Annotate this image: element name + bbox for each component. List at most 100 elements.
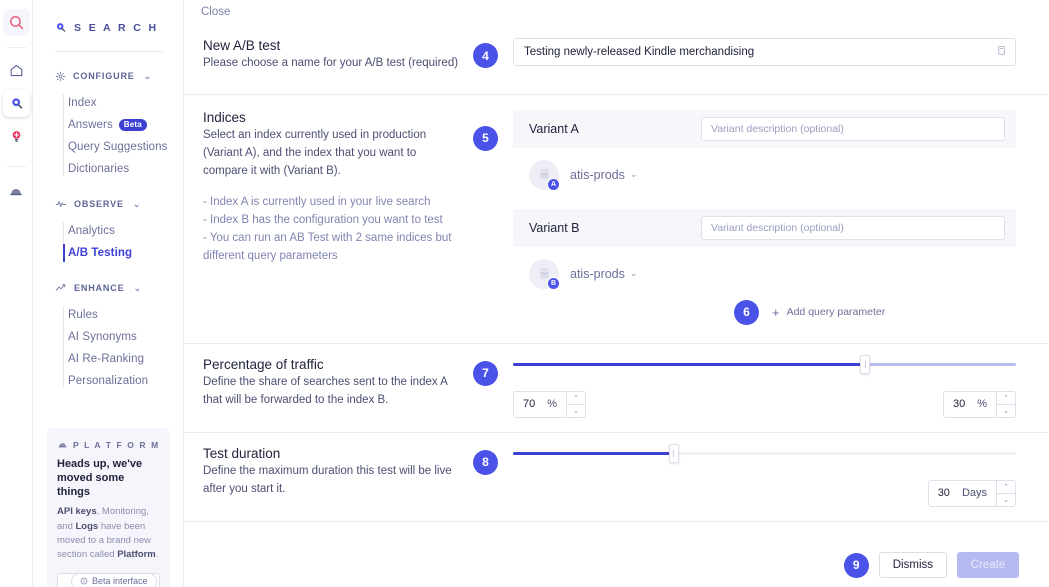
traffic-slider[interactable] — [513, 355, 1016, 375]
variant-b-description-input[interactable] — [701, 215, 1005, 240]
sidebar-item-label: Index — [68, 97, 97, 109]
sidebar-brand: S E A R C H — [33, 0, 183, 38]
variant-a-index-select[interactable]: atis-prods ⌄ — [570, 168, 637, 182]
platform-body-part-1: API keys — [57, 506, 97, 518]
traffic-slider-track[interactable] — [513, 355, 1016, 375]
duration-unit: Days — [961, 487, 987, 500]
sidebar-item-label: AI Re-Ranking — [68, 353, 145, 365]
database-icon: A — [529, 159, 560, 191]
variant-b-index-row: B atis-prods ⌄ — [513, 247, 1016, 290]
stepper-up-icon[interactable]: ⌃ — [997, 481, 1015, 494]
chevron-down-icon: ⌄ — [629, 268, 638, 279]
step-marker-5: 5 — [473, 125, 498, 151]
sidebar-item-index[interactable]: Index — [68, 92, 183, 114]
step-marker-4: 4 — [473, 43, 498, 68]
variants-area: Variant A A atis-prods — [498, 109, 1016, 325]
sidebar-item-query-suggestions[interactable]: Query Suggestions — [68, 136, 183, 158]
sidebar-item-label: Analytics — [68, 225, 115, 237]
sidebar-item-personalization[interactable]: Personalization — [68, 370, 183, 392]
traffic-slider-fill — [513, 363, 866, 367]
indices-note: - You can run an AB Test with 2 same ind… — [203, 231, 452, 262]
stepper-up-icon[interactable]: ⌃ — [997, 392, 1015, 405]
nav-group-label: OBSERVE — [74, 199, 124, 209]
sidebar-item-label: Dictionaries — [68, 163, 130, 175]
step-marker-8: 8 — [473, 449, 498, 475]
nav-group-header-enhance[interactable]: ENHANCE ⌄ — [33, 278, 183, 298]
traffic-left-stepper-buttons: ⌃ ⌄ — [566, 391, 586, 417]
variant-b-index-name: atis-prods — [570, 266, 625, 281]
dismiss-button[interactable]: Dismiss — [878, 552, 947, 578]
duration-controls: 30 Days ⌃ ⌄ — [498, 444, 1016, 507]
platform-card-eyebrow-label: P L A T F O R M — [73, 439, 160, 450]
traffic-right-value-wrap[interactable]: 30 % — [944, 392, 996, 417]
clipboard-icon[interactable] — [996, 45, 1007, 56]
traffic-slider-thumb[interactable] — [860, 355, 871, 375]
duration-slider-fill — [513, 452, 674, 456]
search-pin-icon[interactable] — [2, 90, 30, 117]
variant-b-index-select[interactable]: atis-prods ⌄ — [570, 267, 637, 281]
nav-group-label: CONFIGURE — [73, 71, 135, 81]
gear-icon — [55, 71, 66, 82]
variant-a-header: Variant A — [513, 109, 1016, 148]
nav-group-configure: CONFIGURE ⌄ Index Answers Beta Query Sug… — [33, 66, 183, 180]
sidebar-item-answers[interactable]: Answers Beta — [68, 114, 183, 136]
nav-group-header-configure[interactable]: CONFIGURE ⌄ — [33, 66, 183, 86]
nav-group-header-observe[interactable]: OBSERVE ⌄ — [33, 194, 183, 214]
sidebar-item-ai-synonyms[interactable]: AI Synonyms — [68, 326, 183, 348]
duration-text: Test duration Define the maximum duratio… — [203, 446, 473, 499]
platform-body-part-6: . — [155, 549, 159, 560]
traffic-left-stepper[interactable]: 70 % ⌃ ⌄ — [513, 390, 587, 418]
duration-value-wrap[interactable]: 30 Days — [929, 481, 996, 506]
indices-text: Indices Select an index currently used i… — [203, 110, 473, 266]
home-icon[interactable] — [3, 57, 30, 84]
stepper-down-icon[interactable]: ⌄ — [997, 494, 1015, 506]
create-button[interactable]: Create — [957, 552, 1019, 578]
stepper-down-icon[interactable]: ⌄ — [997, 405, 1015, 417]
traffic-left-value-wrap[interactable]: 70 % — [514, 392, 566, 417]
stepper-up-icon[interactable]: ⌃ — [567, 392, 586, 405]
duration-slider-thumb[interactable] — [668, 444, 679, 464]
sidebar-item-rules[interactable]: Rules — [68, 304, 183, 326]
sidebar-item-analytics[interactable]: Analytics — [68, 220, 183, 242]
traffic-right-stepper[interactable]: 30 % ⌃ ⌄ — [942, 390, 1016, 418]
database-icon: B — [529, 258, 560, 290]
ab-test-name-input[interactable] — [513, 38, 1016, 66]
beta-interface-label: Beta interface — [92, 576, 148, 586]
variant-a-description-input[interactable] — [701, 116, 1005, 141]
sidebar-item-ai-re-ranking[interactable]: AI Re-Ranking — [68, 348, 183, 370]
nav-sublist-configure: Index Answers Beta Query Suggestions Dic… — [33, 92, 183, 180]
platform-card-eyebrow: P L A T F O R M — [57, 439, 160, 450]
page-title: New A/B test — [203, 38, 281, 53]
duration-value: 30 — [937, 487, 950, 500]
lightbulb-icon[interactable] — [3, 123, 30, 150]
chevron-down-icon: ⌄ — [132, 198, 142, 209]
status-badge-beta: Beta — [118, 118, 147, 132]
nav-group-observe: OBSERVE ⌄ Analytics A/B Testing — [33, 194, 183, 264]
sidebar-item-dictionaries[interactable]: Dictionaries — [68, 158, 183, 180]
beta-interface-badge[interactable]: Beta interface — [71, 573, 157, 587]
search-logo-icon[interactable] — [2, 9, 30, 36]
sidebar-item-ab-testing[interactable]: A/B Testing — [63, 242, 183, 264]
stepper-down-icon[interactable]: ⌄ — [567, 405, 585, 417]
indices-notes: - Index A is currently used in your live… — [203, 194, 459, 266]
section-divider-4 — [184, 520, 1049, 522]
duration-description: Define the maximum duration this test wi… — [203, 464, 452, 495]
nav-sublist-observe: Analytics A/B Testing — [33, 220, 183, 264]
duration-slider-track[interactable] — [513, 444, 1016, 464]
duration-stepper[interactable]: 30 Days ⌃ ⌄ — [927, 479, 1016, 507]
traffic-section: Percentage of traffic Define the share o… — [184, 344, 1049, 432]
add-query-parameter-button[interactable]: Add query parameter — [787, 306, 886, 318]
new-ab-test-text: New A/B test Please choose a name for yo… — [203, 38, 473, 73]
traffic-controls: 70 % ⌃ ⌄ 30 % ⌃ ⌄ — [498, 355, 1016, 418]
traffic-right-unit: % — [977, 398, 987, 411]
cloud-icon[interactable] — [3, 177, 30, 204]
sidebar-item-label: AI Synonyms — [68, 331, 137, 343]
sidebar-item-label: A/B Testing — [68, 247, 133, 259]
nav-group-enhance: ENHANCE ⌄ Rules AI Synonyms AI Re-Rankin… — [33, 278, 183, 392]
cloud-icon — [57, 439, 68, 450]
variant-b-badge: B — [547, 276, 560, 290]
search-pin-icon — [54, 21, 67, 34]
duration-slider[interactable] — [513, 444, 1016, 464]
indices-description: Select an index currently used in produc… — [203, 128, 427, 177]
trend-up-icon — [55, 282, 67, 294]
